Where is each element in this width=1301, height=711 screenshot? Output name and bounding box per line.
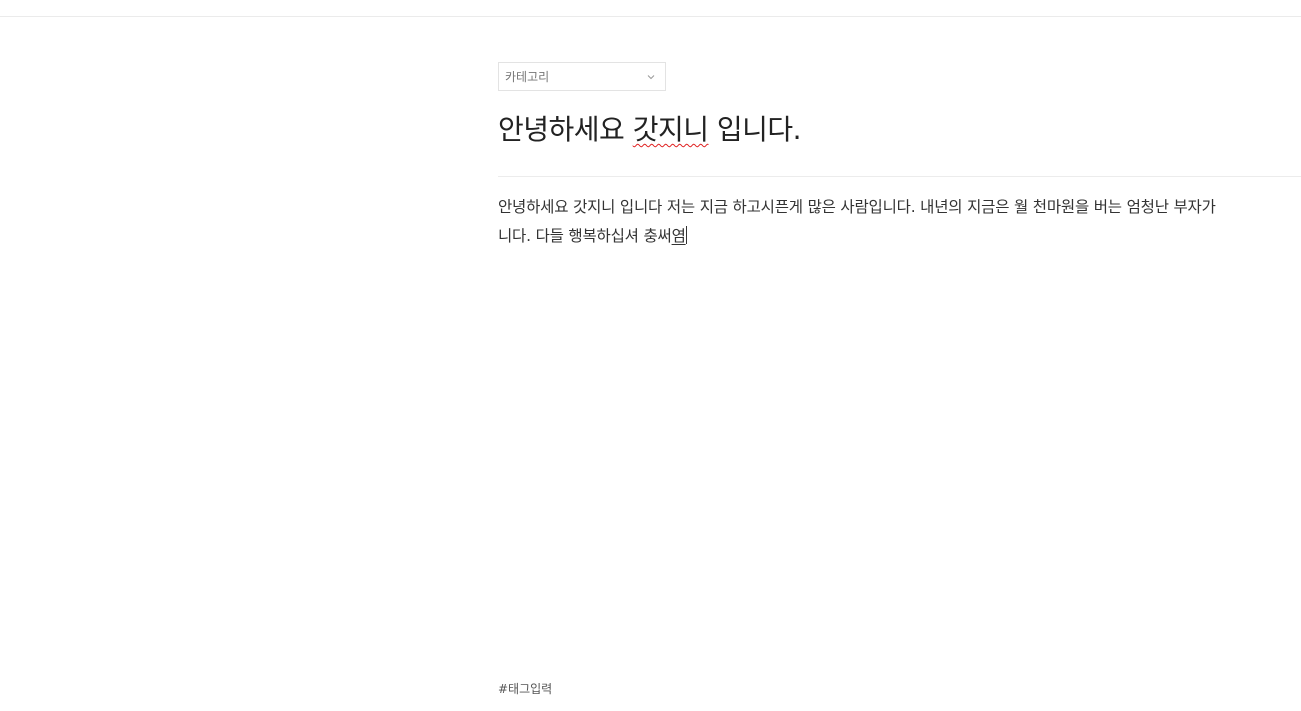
- title-text: 안녕하세요: [498, 113, 633, 146]
- tag-input[interactable]: #태그입력: [498, 681, 552, 697]
- post-title-input[interactable]: 안녕하세요 갓지니 입니다.: [498, 112, 802, 148]
- title-divider: [498, 176, 1301, 177]
- title-misspelled-word: 갓지니: [632, 113, 709, 146]
- post-body-editor[interactable]: 안녕하세요 갓지니 입니다 저는 지금 하고시픈게 많은 사람입니다. 내년의 …: [498, 193, 1301, 251]
- body-line: 안녕하세요 갓지니 입니다 저는 지금 하고시픈게 많은 사람입니다. 내년의 …: [498, 198, 1216, 216]
- chevron-down-icon: [647, 75, 655, 80]
- top-bar: [0, 0, 1301, 17]
- title-text-end: 입니다.: [708, 113, 802, 146]
- text-caret: [685, 226, 687, 244]
- category-label: 카테고리: [505, 70, 550, 84]
- category-select[interactable]: 카테고리: [498, 62, 666, 91]
- post-editor: 카테고리 안녕하세요 갓지니 입니다. 안녕하세요 갓지니 입니다 저는 지금 …: [498, 62, 1301, 245]
- body-line: 니다. 다들 행복하십셔 충써염: [498, 222, 1301, 251]
- composing-character: 염: [671, 227, 686, 245]
- body-line-text: 니다. 다들 행복하십셔 충써: [498, 227, 672, 245]
